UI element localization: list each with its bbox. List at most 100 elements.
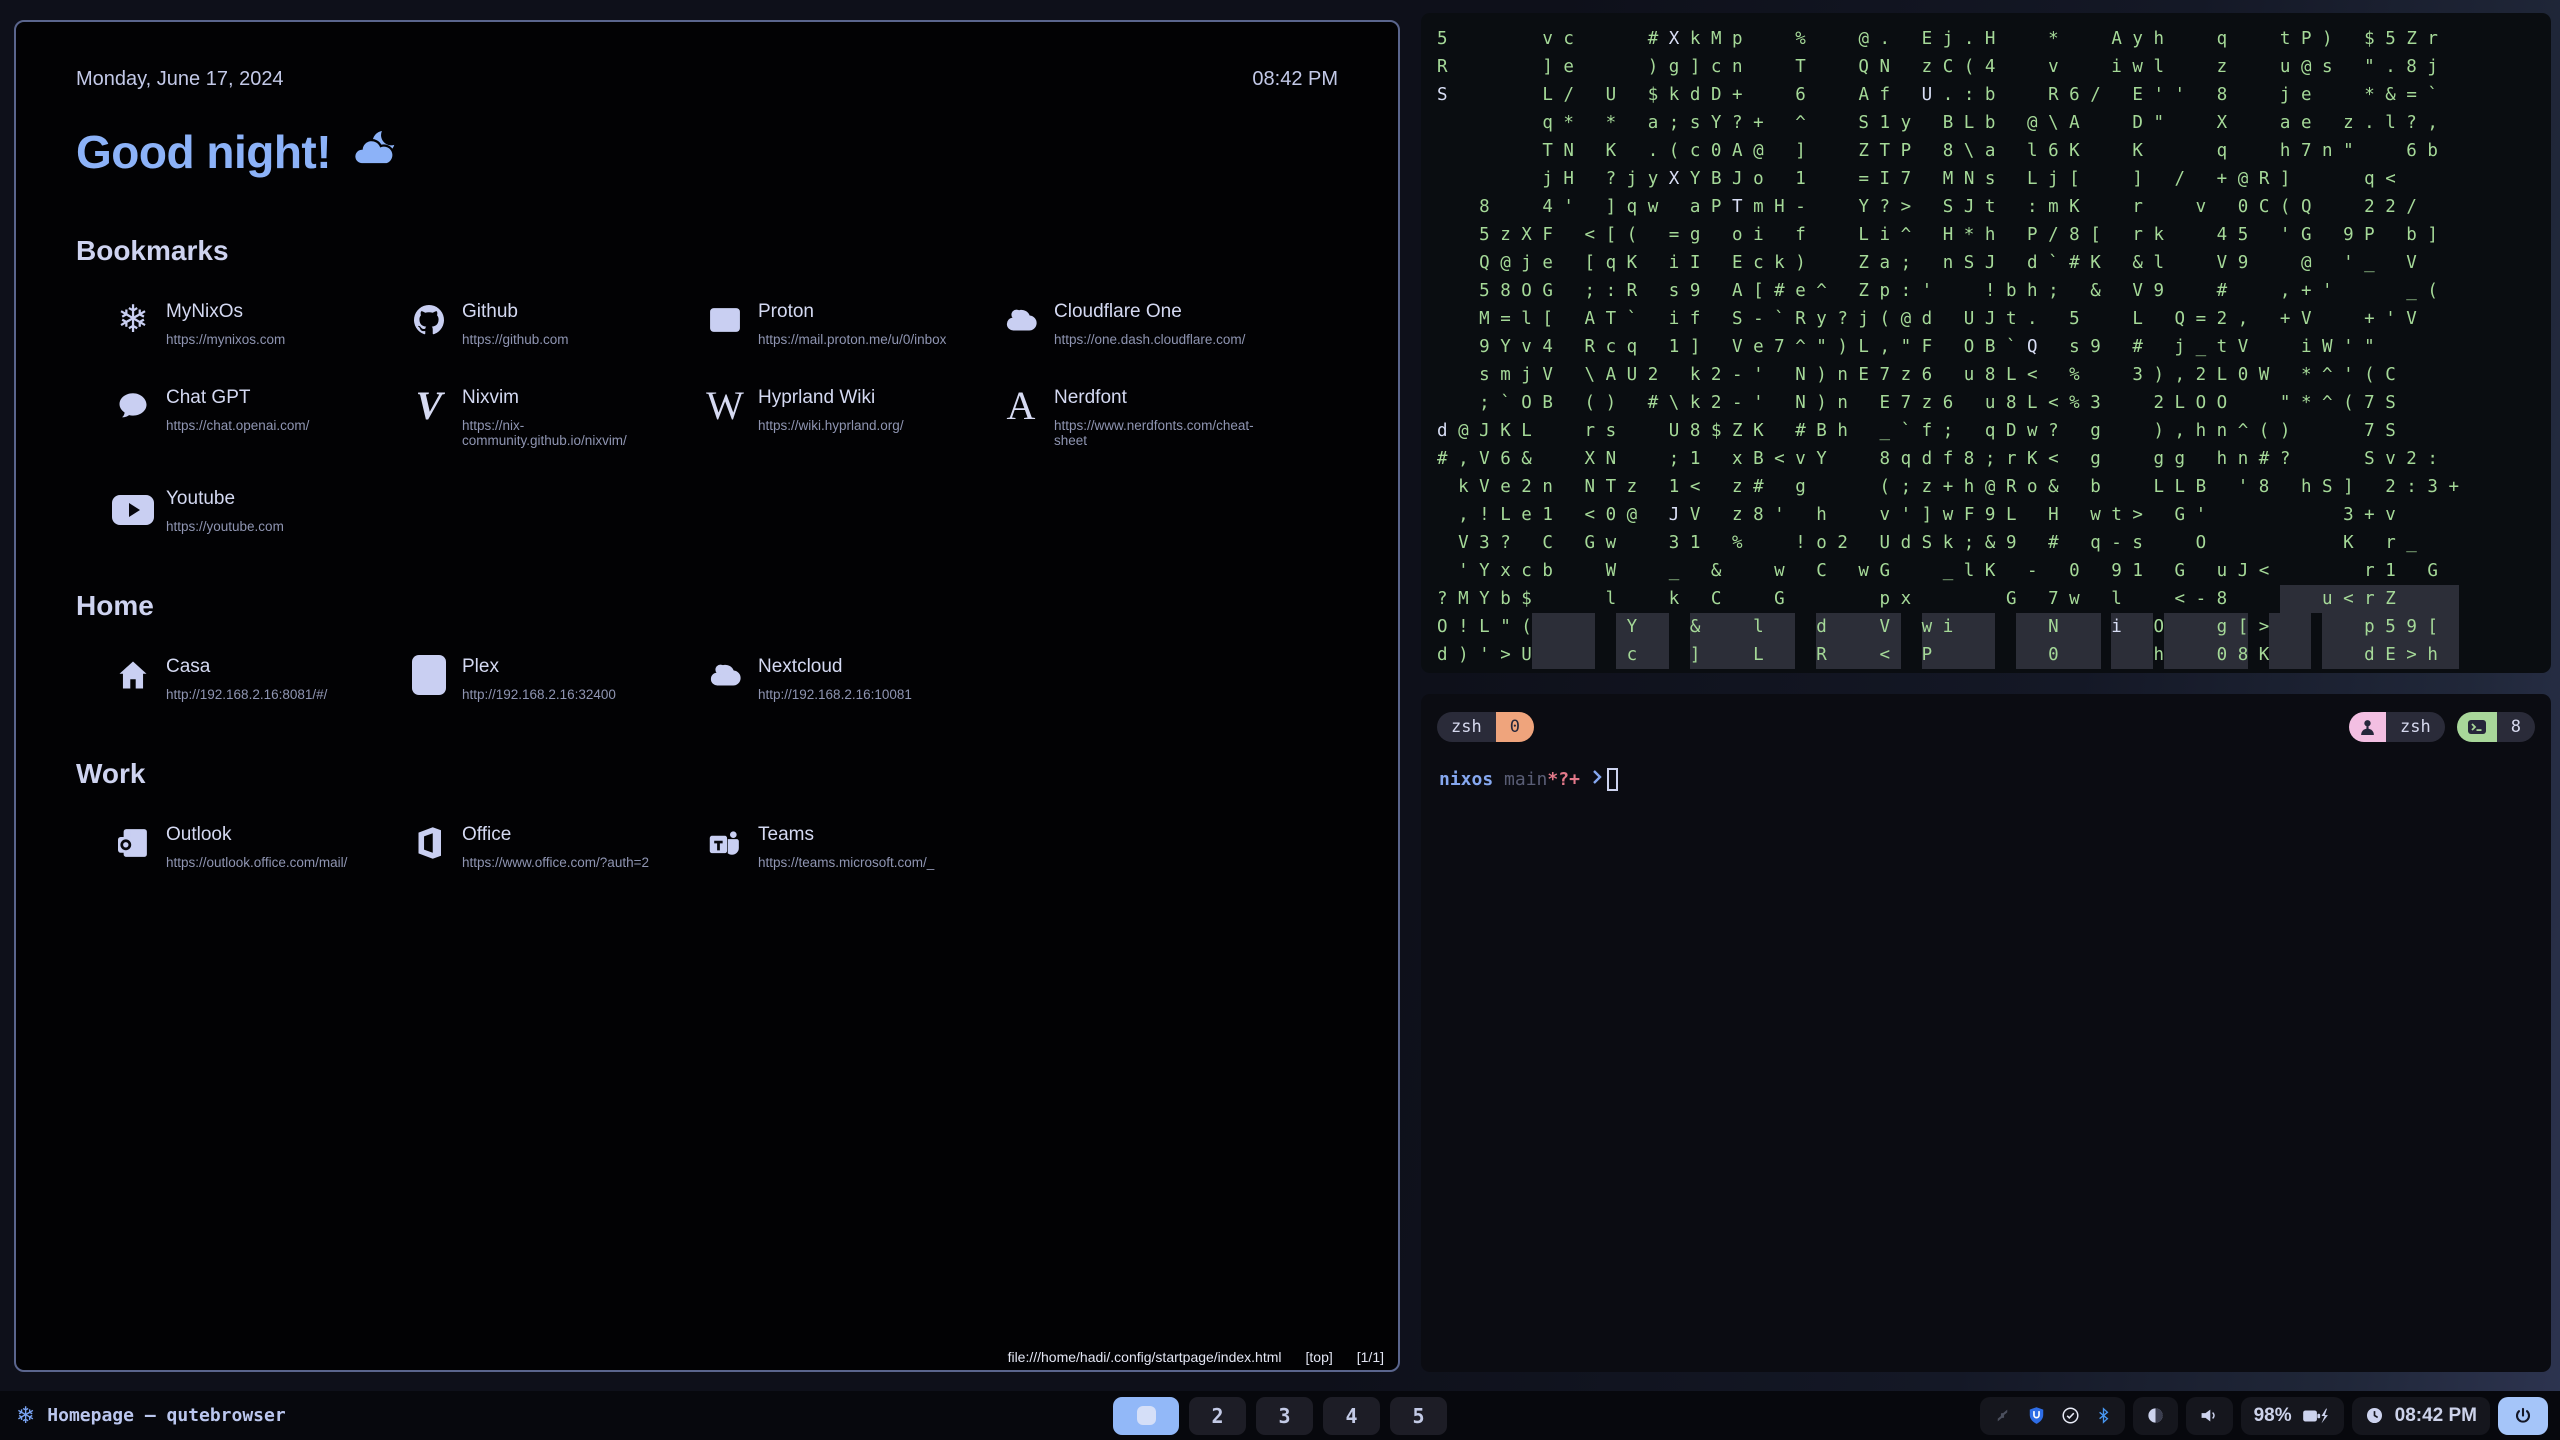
bookmark-name: Office	[462, 824, 649, 846]
terminal-zsh-window: zsh 0 zsh 8 nixos	[1421, 694, 2551, 1372]
youtube-icon	[112, 486, 154, 528]
github-icon	[408, 299, 450, 341]
battery-module[interactable]: 98%	[2241, 1397, 2344, 1435]
cloud-icon	[704, 654, 746, 696]
shield-security-icon[interactable]	[2027, 1406, 2046, 1425]
bookmark-url: https://teams.microsoft.com/_	[758, 855, 934, 870]
bookmark-outlook[interactable]: Outlook https://outlook.office.com/mail/	[76, 822, 372, 870]
bookmark-sections: Bookmarks ❄ MyNixOs https://mynixos.com Gith…	[76, 235, 1338, 870]
bookmark-plex[interactable]: Plexhttp://192.168.2.16:32400	[372, 654, 668, 702]
tab-name: zsh	[1437, 712, 1496, 742]
workspace-4[interactable]: 4	[1323, 1397, 1380, 1435]
section-title: Bookmarks	[76, 235, 1338, 267]
power-icon	[2513, 1406, 2533, 1426]
volume-module[interactable]	[2186, 1397, 2233, 1435]
bookmark-office[interactable]: Officehttps://www.office.com/?auth=2	[372, 822, 668, 870]
bookmark-name: Teams	[758, 824, 934, 846]
terminal-cursor	[1607, 768, 1618, 791]
kdeconnect-icon[interactable]	[1993, 1406, 2012, 1425]
greeting: Good night!	[76, 125, 1338, 179]
power-button[interactable]	[2498, 1397, 2548, 1435]
bookmark-name: Nextcloud	[758, 656, 912, 678]
bookmark-teams[interactable]: Teams https://teams.microsoft.com/_	[668, 822, 964, 870]
statusbar-url: file:///home/hadi/.config/startpage/inde…	[1008, 1349, 1282, 1365]
bookmark-nixvim[interactable]: VNixvimhttps://nix-community.github.io/n…	[372, 385, 668, 448]
bookmark-url: https://mynixos.com	[166, 332, 285, 347]
workspace-3[interactable]: 3	[1256, 1397, 1313, 1435]
section-home: HomeCasahttp://192.168.2.16:8081/#/Plexh…	[76, 590, 1338, 702]
taskbar-right-modules: 98% 08:42 PM	[1980, 1397, 2548, 1435]
night-light-module[interactable]	[2133, 1397, 2178, 1435]
bookmark-proton[interactable]: Protonhttps://mail.proton.me/u/0/inbox	[668, 299, 964, 347]
bookmark-url: https://one.dash.cloudflare.com/	[1054, 332, 1245, 347]
bookmark-url: http://192.168.2.16:8081/#/	[166, 687, 327, 702]
clock-time: 08:42 PM	[2395, 1405, 2477, 1427]
bookmark-url: https://outlook.office.com/mail/	[166, 855, 347, 870]
bookmark-name: Hyprland Wiki	[758, 387, 904, 409]
bookmark-name: Cloudflare One	[1054, 301, 1245, 323]
qutebrowser-statusbar: file:///home/hadi/.config/startpage/inde…	[1008, 1349, 1384, 1365]
bookmark-url: https://github.com	[462, 332, 569, 347]
user-icon	[2349, 712, 2386, 742]
clock-module[interactable]: 08:42 PM	[2352, 1397, 2490, 1435]
bookmark-name: Youtube	[166, 488, 284, 510]
teams-icon	[704, 822, 746, 864]
bookmark-nextcloud[interactable]: Nextcloud http://192.168.2.16:10081	[668, 654, 964, 702]
bookmark-github[interactable]: Githubhttps://github.com	[372, 299, 668, 347]
night-light-icon	[2146, 1406, 2165, 1425]
bookmark-cloudflare-one[interactable]: Cloudflare One https://one.dash.cloudflar…	[964, 299, 1260, 347]
workspace-2[interactable]: 2	[1189, 1397, 1246, 1435]
session-pane-pill: 8	[2457, 712, 2535, 742]
active-window-title: Homepage — qutebrowser	[47, 1405, 285, 1426]
startpage-date: Monday, June 17, 2024	[76, 68, 284, 91]
statusbar-scroll: [top]	[1306, 1349, 1333, 1365]
bookmark-url: http://192.168.2.16:10081	[758, 687, 912, 702]
bookmark-url: https://wiki.hyprland.org/	[758, 418, 904, 433]
office-icon	[408, 822, 450, 864]
bookmark-mynixos[interactable]: ❄ MyNixOs https://mynixos.com	[76, 299, 372, 347]
workspace-switcher: 2345	[1113, 1397, 1447, 1435]
qutebrowser-window: Monday, June 17, 2024 08:42 PM Good nigh…	[14, 20, 1400, 1372]
prompt-git-branch: main	[1504, 769, 1547, 790]
bookmark-name: Chat GPT	[166, 387, 309, 409]
plex-icon	[408, 654, 450, 696]
bookmark-url: https://chat.openai.com/	[166, 418, 309, 433]
section-title: Home	[76, 590, 1338, 622]
bookmark-name: MyNixOs	[166, 301, 285, 323]
bookmark-name: Nerdfont	[1054, 387, 1260, 409]
systray-module[interactable]	[1980, 1397, 2125, 1435]
section-work: Work Outlook https://outlook.office.com/ma…	[76, 758, 1338, 870]
battery-charging-icon	[2301, 1405, 2331, 1427]
bookmark-casa[interactable]: Casa http://192.168.2.16:8081/#/	[76, 654, 372, 702]
bookmark-name: Outlook	[166, 824, 347, 846]
cmatrix-output: 5 v c # X k M p % @ . E j . H * A y h q …	[1421, 13, 2551, 673]
section-title: Work	[76, 758, 1338, 790]
bookmark-chat-gpt[interactable]: Chat GPT https://chat.openai.com/	[76, 385, 372, 448]
chat-bubble-icon	[112, 385, 154, 427]
bookmark-hyprland-wiki[interactable]: W Hyprland Wiki https://wiki.hyprland.org/	[668, 385, 964, 448]
shell-prompt[interactable]: nixos main *?+	[1439, 768, 2551, 791]
taskbar-window-module[interactable]: ❄ Homepage — qutebrowser	[16, 1404, 286, 1427]
bookmark-youtube[interactable]: Youtube https://youtube.com	[76, 486, 372, 534]
clock-icon	[2365, 1406, 2384, 1425]
bookmark-name: Nixvim	[462, 387, 668, 409]
workspace-1-active[interactable]	[1113, 1397, 1179, 1435]
snowflake-icon: ❄	[112, 299, 154, 341]
bookmark-nerdfont[interactable]: ANerdfonthttps://www.nerdfonts.com/cheat…	[964, 385, 1260, 448]
workspace-5[interactable]: 5	[1390, 1397, 1447, 1435]
terminal-tabbar: zsh 0 zsh 8	[1421, 694, 2551, 742]
cloud-icon	[1000, 299, 1042, 341]
volume-icon	[2199, 1406, 2220, 1425]
bookmark-name: Plex	[462, 656, 616, 678]
update-check-icon[interactable]	[2061, 1406, 2080, 1425]
tab-index: 0	[1496, 712, 1534, 742]
wiki-w-icon: W	[704, 385, 746, 427]
tab-zsh[interactable]: zsh 0	[1437, 712, 1534, 742]
prompt-chevron-icon	[1591, 768, 1603, 791]
section-bookmarks: Bookmarks ❄ MyNixOs https://mynixos.com Gith…	[76, 235, 1338, 534]
serif-a-icon: A	[1000, 385, 1042, 427]
session-user-pill: zsh	[2349, 712, 2445, 742]
bookmark-url: https://youtube.com	[166, 519, 284, 534]
bookmark-name: Casa	[166, 656, 327, 678]
bluetooth-icon[interactable]	[2095, 1406, 2112, 1425]
